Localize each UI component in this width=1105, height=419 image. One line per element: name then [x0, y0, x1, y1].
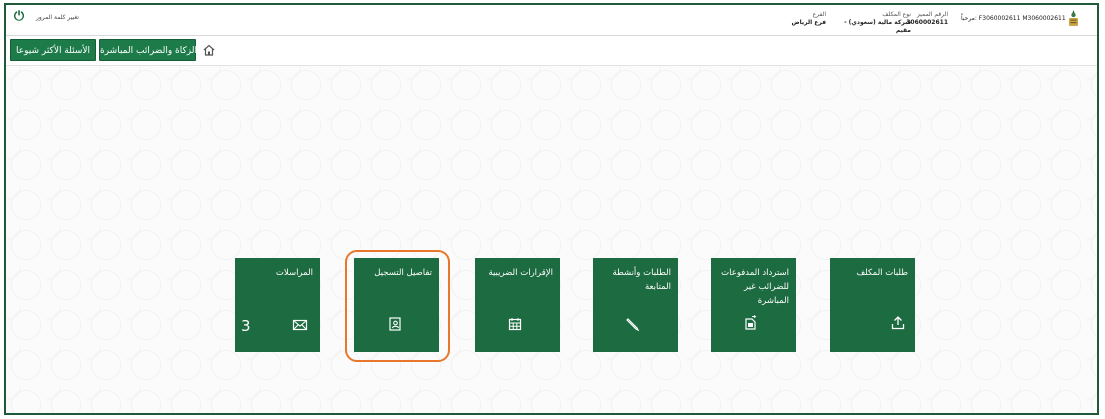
home-icon[interactable] — [202, 43, 216, 57]
envelope-icon — [292, 319, 308, 331]
upload-icon — [891, 316, 905, 330]
tile-title: المراسلات — [275, 268, 313, 278]
tile-title: طلبات المكلف — [856, 268, 908, 278]
calendar-icon — [508, 318, 522, 331]
branch-info: الفرع فرع الرياض — [766, 11, 826, 27]
pencil-icon — [626, 318, 640, 332]
tile-title: استرداد المدفوعات للضرائب غير المباشرة — [721, 268, 789, 306]
change-password-link[interactable]: تغيير كلمة المرور — [36, 14, 79, 21]
refund-document-icon — [745, 315, 757, 330]
tin-value: 3060002611 — [906, 19, 948, 26]
background-pattern — [6, 65, 1097, 413]
tile-title: الإقرارات الضريبية — [488, 268, 553, 278]
branch-label: الفرع — [812, 11, 826, 18]
tile-tax-returns[interactable]: الإقرارات الضريبية — [475, 258, 560, 352]
app-frame: ⏻ تغيير كلمة المرور الفرع فرع الرياض نوع… — [4, 3, 1099, 415]
saudi-emblem-icon — [1069, 10, 1078, 26]
faq-button[interactable]: الأسئلة الأكثر شيوعا — [10, 39, 96, 61]
taxpayer-type-label: نوع المكلف — [882, 11, 911, 18]
tile-title: الطلبات وأنشطة المتابعة — [612, 268, 671, 292]
tile-taxpayer-requests[interactable]: طلبات المكلف — [830, 258, 915, 352]
nav-row: الأسئلة الأكثر شيوعا الزكاة والضرائب الم… — [6, 36, 1097, 66]
taxpayer-type-value: شركة مالية (سعودي) - مقيم — [844, 19, 911, 34]
tin-label: الرقم المميز — [916, 11, 948, 18]
tile-refund-indirect-taxes[interactable]: استرداد المدفوعات للضرائب غير المباشرة — [711, 258, 796, 352]
taxpayer-type-info: نوع المكلف شركة مالية (سعودي) - مقيم — [831, 11, 911, 35]
branch-value: فرع الرياض — [791, 19, 826, 26]
unread-count: 3 — [241, 317, 251, 335]
welcome-text: مرحباً: F3060002611 M3060002611 — [961, 15, 1066, 22]
tin-info: الرقم المميز 3060002611 — [906, 11, 948, 27]
tile-correspondence[interactable]: المراسلات 3 — [235, 258, 320, 352]
power-icon[interactable]: ⏻ — [12, 10, 26, 24]
tile-requests-followup[interactable]: الطلبات وأنشطة المتابعة — [593, 258, 678, 352]
zakat-direct-taxes-button[interactable]: الزكاة والضرائب المباشرة — [99, 39, 197, 61]
highlight-annotation — [345, 250, 450, 362]
top-bar: ⏻ تغيير كلمة المرور الفرع فرع الرياض نوع… — [6, 5, 1097, 36]
